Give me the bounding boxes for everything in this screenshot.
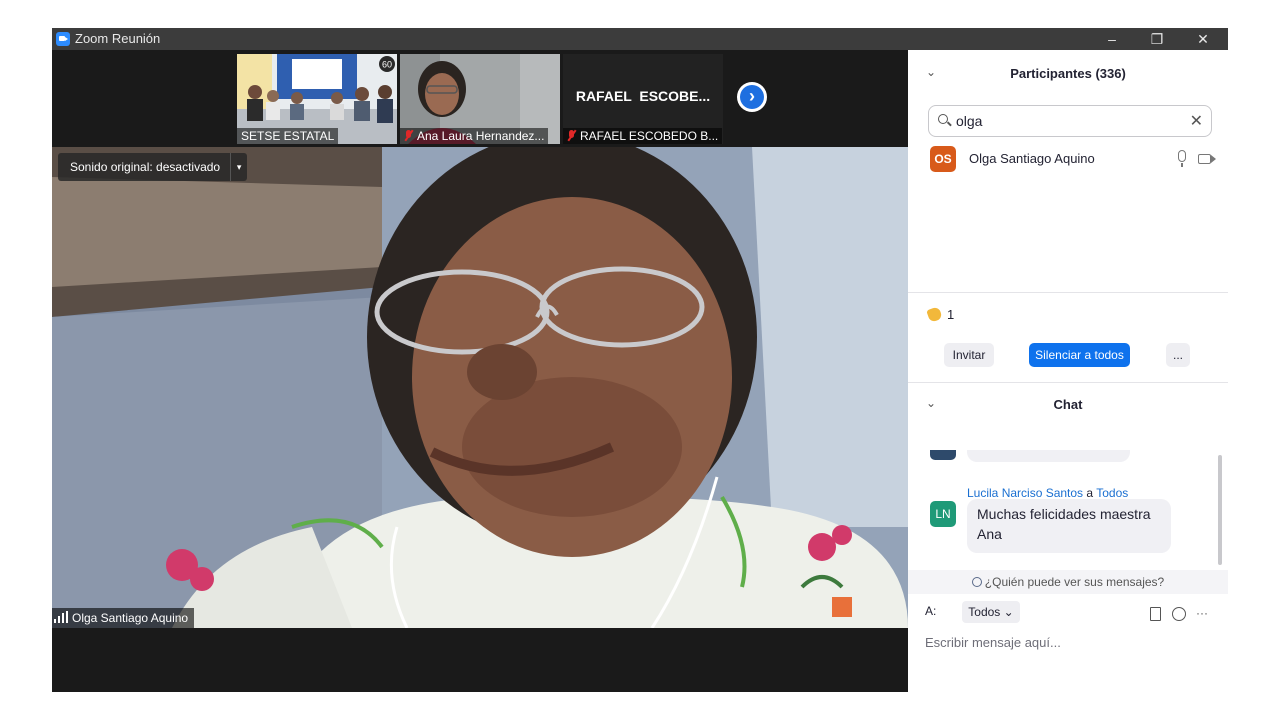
- zoom-window: Zoom Reunión – ❐ ✕ 60 SETSE ESTATAL Ana …: [52, 28, 1228, 692]
- muted-mic-icon: [567, 130, 576, 141]
- side-panel: ⌄ Participantes (336) olga ✕ OS Olga San…: [908, 50, 1228, 692]
- window-title: Zoom Reunión: [75, 31, 161, 46]
- signal-strength-icon: [54, 611, 68, 623]
- chat-header: Chat: [1053, 397, 1083, 412]
- main-speaker-video[interactable]: Sonido original: desactivado ▾ Olga Santi…: [52, 147, 908, 628]
- tile-name-setse: SETSE ESTATAL: [237, 128, 339, 144]
- recipient-name[interactable]: Todos: [1096, 486, 1128, 500]
- zoom-app-icon: [56, 32, 70, 46]
- participant-name: Olga Santiago Aquino: [969, 151, 1095, 166]
- who-can-see-text: ¿Quién puede ver sus mensajes?: [984, 575, 1165, 589]
- microphone-icon[interactable]: [1178, 150, 1186, 167]
- message-sender-line: Lucila Narciso Santos a Todos: [967, 486, 1128, 500]
- file-icon[interactable]: [1150, 607, 1161, 621]
- speaker-video-image: [52, 147, 908, 628]
- original-sound-chip[interactable]: Sonido original: desactivado ▾: [58, 153, 248, 181]
- previous-message-bubble: [967, 450, 1130, 462]
- setse-badge: 60: [382, 60, 392, 70]
- restore-button[interactable]: ❐: [1134, 28, 1180, 50]
- previous-avatar: [930, 450, 956, 460]
- muted-mic-icon: [404, 130, 413, 141]
- minimize-button[interactable]: –: [1089, 28, 1135, 50]
- participant-search-input[interactable]: olga ✕: [928, 105, 1212, 137]
- video-tile-ana-laura[interactable]: Ana Laura Hernandez...: [400, 54, 560, 144]
- video-stage: 60 SETSE ESTATAL Ana Laura Hernandez... …: [52, 50, 908, 692]
- clap-icon: [926, 306, 943, 323]
- search-value: olga: [956, 113, 983, 129]
- clap-count: 1: [947, 307, 955, 322]
- tile-name-ana-laura: Ana Laura Hernandez...: [400, 128, 549, 144]
- mute-all-button[interactable]: Silenciar a todos: [1029, 343, 1130, 367]
- title-bar: Zoom Reunión – ❐ ✕: [52, 28, 1228, 50]
- more-options-button[interactable]: ...: [1166, 343, 1190, 367]
- rafael-tile-label: RAFAEL ESCOBE...: [575, 88, 711, 104]
- participants-header: Participantes (336): [1010, 66, 1126, 81]
- chat-message-input[interactable]: Escribir mensaje aquí...: [925, 635, 1061, 650]
- recipient-row: A: Todos ⌄: [925, 601, 1020, 623]
- message-line-2: Ana: [977, 526, 1002, 542]
- tile-name-rafael-text: RAFAEL ESCOBEDO B...: [580, 129, 719, 143]
- video-tile-rafael[interactable]: RAFAEL ESCOBE... RAFAEL ESCOBEDO B...: [563, 54, 723, 144]
- reactions-count: 1: [926, 306, 955, 323]
- chat-message-bubble: Muchas felicidades maestra Ana: [967, 499, 1171, 553]
- avatar: OS: [930, 146, 956, 172]
- divider: [908, 382, 1228, 383]
- invite-button[interactable]: Invitar: [944, 343, 994, 367]
- speaker-name-text: Olga Santiago Aquino: [72, 611, 189, 625]
- people-icon: [971, 577, 982, 587]
- camera-icon[interactable]: [1198, 154, 1216, 164]
- original-sound-label: Sonido original: desactivado: [70, 160, 221, 174]
- video-tile-setse[interactable]: 60 SETSE ESTATAL: [237, 54, 397, 144]
- participant-row[interactable]: OS Olga Santiago Aquino: [930, 146, 1220, 172]
- divider: [908, 292, 1228, 293]
- who-can-see-link[interactable]: ¿Quién puede ver sus mensajes?: [908, 570, 1228, 594]
- recipient-select[interactable]: Todos ⌄: [962, 601, 1020, 623]
- message-line-1: Muchas felicidades maestra: [977, 506, 1151, 522]
- next-page-button[interactable]: ›: [737, 82, 767, 112]
- to-word: a: [1086, 486, 1094, 500]
- sender-name[interactable]: Lucila Narciso Santos: [967, 486, 1083, 500]
- chevron-down-icon[interactable]: ▾: [230, 153, 247, 181]
- chat-scrollbar[interactable]: [1218, 455, 1222, 565]
- clear-search-icon[interactable]: ✕: [1190, 111, 1203, 131]
- search-icon: [938, 114, 948, 124]
- chevron-right-icon: ›: [740, 85, 764, 109]
- tile-name-rafael: RAFAEL ESCOBEDO B...: [563, 128, 723, 144]
- emoji-icon[interactable]: [1172, 607, 1186, 621]
- to-label: A:: [925, 604, 937, 618]
- close-window-button[interactable]: ✕: [1180, 28, 1226, 50]
- speaker-name-label: Olga Santiago Aquino: [52, 608, 195, 628]
- avatar: LN: [930, 501, 956, 527]
- tile-name-ana-laura-text: Ana Laura Hernandez...: [417, 129, 545, 143]
- more-icon[interactable]: ···: [1196, 606, 1208, 620]
